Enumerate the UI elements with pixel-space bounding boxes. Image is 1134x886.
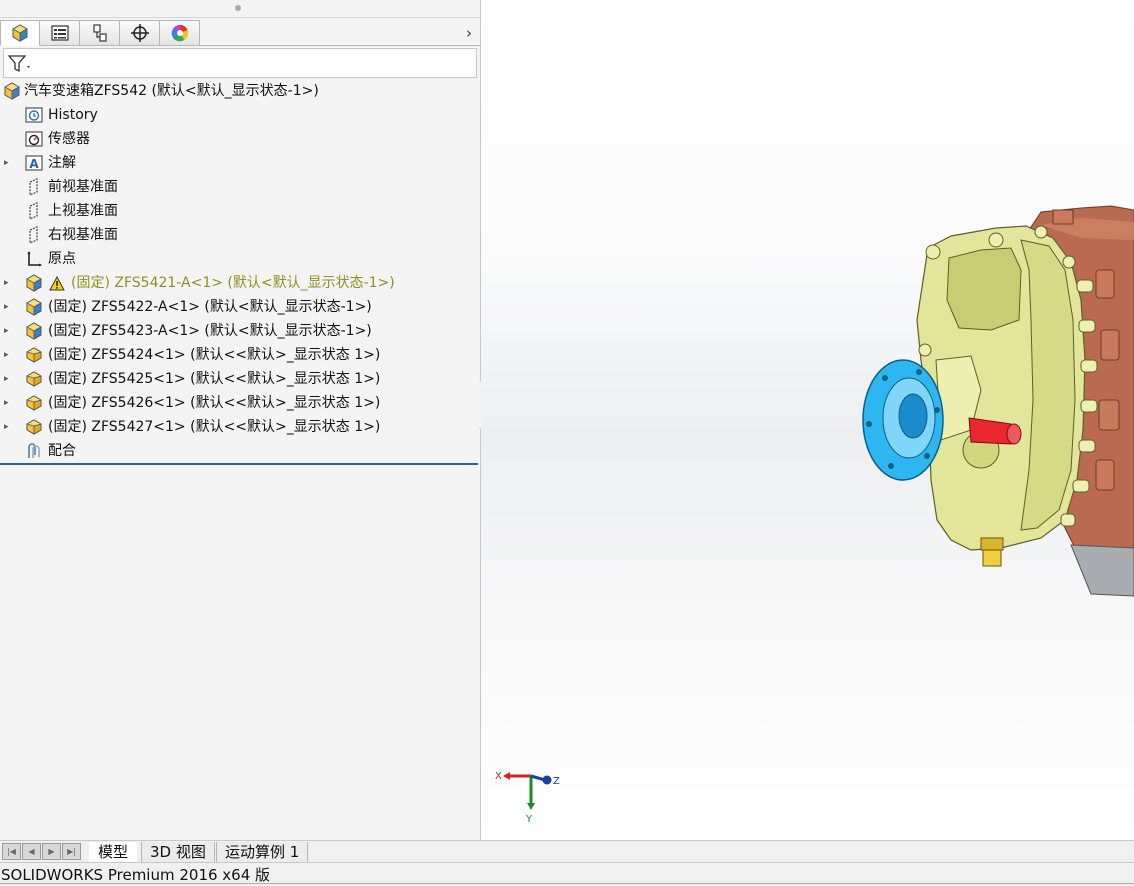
tree-item-front-plane[interactable]: 前视基准面 bbox=[0, 175, 481, 199]
tree-item-component[interactable]: ▸ (固定) ZFS5421-A<1> (默认<默认_显示状态-1>) bbox=[0, 271, 481, 295]
expand-arrow-icon[interactable]: ▸ bbox=[4, 302, 14, 312]
tree-item-label: (固定) ZFS5423-A<1> (默认<默认_显示状态-1>) bbox=[48, 323, 372, 339]
tree-item-top-plane[interactable]: 上视基准面 bbox=[0, 199, 481, 223]
tree-item-component[interactable]: ▸ (固定) ZFS5425<1> (默认<<默认>_显示状态 1>) bbox=[0, 367, 481, 391]
prev-tab-button[interactable]: ◀ bbox=[22, 843, 41, 860]
tree-item-label: 原点 bbox=[48, 251, 76, 267]
tree-item-history[interactable]: History bbox=[0, 103, 481, 127]
part-icon bbox=[25, 346, 43, 364]
sensor-icon bbox=[25, 130, 43, 148]
expand-arrow-icon[interactable]: ▸ bbox=[4, 374, 14, 384]
model-view[interactable] bbox=[481, 0, 1134, 840]
manager-tabs bbox=[0, 20, 200, 46]
subassembly-icon bbox=[25, 298, 43, 316]
tree-item-component[interactable]: ▸ (固定) ZFS5423-A<1> (默认<默认_显示状态-1>) bbox=[0, 319, 481, 343]
assembly-icon bbox=[3, 82, 21, 100]
part-icon bbox=[25, 370, 43, 388]
tree-root-label: 汽车变速箱ZFS542 (默认<默认_显示状态-1>) bbox=[24, 83, 319, 99]
mates-icon bbox=[25, 442, 43, 460]
display-manager-tab-icon bbox=[171, 24, 188, 42]
feature-manager-panel: › 汽车变速箱ZFS542 (默认<默认_显示状态-1>) History 传感… bbox=[0, 0, 481, 840]
tabs-more-button[interactable]: › bbox=[462, 24, 476, 42]
triad-z-label: Z bbox=[553, 776, 560, 787]
tab-configuration-manager[interactable] bbox=[80, 20, 120, 46]
expand-arrow-icon[interactable]: ▸ bbox=[4, 422, 14, 432]
dimxpert-manager-tab-icon bbox=[130, 24, 149, 42]
tree-item-label: (固定) ZFS5421-A<1> (默认<默认_显示状态-1>) bbox=[71, 275, 395, 291]
tab-model[interactable]: 模型 bbox=[89, 842, 138, 863]
property-manager-tab-icon bbox=[50, 25, 69, 41]
tree-item-label: (固定) ZFS5427<1> (默认<<默认>_显示状态 1>) bbox=[48, 419, 381, 435]
filter-icon[interactable] bbox=[7, 54, 33, 74]
plane-icon bbox=[25, 202, 43, 220]
drain-plug[interactable] bbox=[980, 537, 1004, 567]
tab-dimxpert-manager[interactable] bbox=[120, 20, 160, 46]
feature-manager-tab-icon bbox=[12, 24, 28, 42]
divider bbox=[0, 17, 481, 18]
annotation-icon: A bbox=[25, 154, 43, 172]
expand-arrow-icon[interactable]: ▸ bbox=[4, 326, 14, 336]
tree-item-label: 右视基准面 bbox=[48, 227, 118, 243]
tab-property-manager[interactable] bbox=[40, 20, 80, 46]
tree-item-component[interactable]: ▸ (固定) ZFS5424<1> (默认<<默认>_显示状态 1>) bbox=[0, 343, 481, 367]
last-tab-button[interactable]: ▶| bbox=[62, 843, 81, 860]
tree-item-label: (固定) ZFS5422-A<1> (默认<默认_显示状态-1>) bbox=[48, 299, 372, 315]
subassembly-icon bbox=[25, 274, 43, 292]
triad-x-label: X bbox=[495, 771, 502, 782]
tree-item-mates[interactable]: 配合 bbox=[0, 439, 481, 463]
expand-arrow-icon[interactable]: ▸ bbox=[4, 398, 14, 408]
tree-item-label: 传感器 bbox=[48, 131, 90, 147]
tab-motion-study[interactable]: 运动算例 1 bbox=[216, 842, 309, 863]
tree-item-label: 上视基准面 bbox=[48, 203, 118, 219]
tree-item-annotations[interactable]: ▸ A 注解 bbox=[0, 151, 481, 175]
tree-item-label: (固定) ZFS5424<1> (默认<<默认>_显示状态 1>) bbox=[48, 347, 381, 363]
tree-item-component[interactable]: ▸ (固定) ZFS5426<1> (默认<<默认>_显示状态 1>) bbox=[0, 391, 481, 415]
graphics-area[interactable]: X Y Z bbox=[481, 0, 1134, 840]
part-icon bbox=[25, 418, 43, 436]
tab-feature-manager[interactable] bbox=[0, 20, 40, 46]
first-tab-button[interactable]: |◀ bbox=[2, 843, 21, 860]
tree-filter-bar[interactable] bbox=[3, 48, 477, 78]
tree-item-label: (固定) ZFS5426<1> (默认<<默认>_显示状态 1>) bbox=[48, 395, 381, 411]
gearbox-housing[interactable] bbox=[916, 225, 1098, 551]
expand-arrow-icon[interactable]: ▸ bbox=[4, 158, 14, 168]
status-text: SOLIDWORKS Premium 2016 x64 版 bbox=[1, 866, 271, 884]
part-icon bbox=[25, 394, 43, 412]
tab-3d-view[interactable]: 3D 视图 bbox=[141, 842, 215, 863]
history-icon bbox=[25, 106, 43, 124]
tree-item-label: 注解 bbox=[48, 155, 76, 171]
tree-item-right-plane[interactable]: 右视基准面 bbox=[0, 223, 481, 247]
input-flange[interactable] bbox=[862, 359, 944, 481]
tree-item-label: 配合 bbox=[48, 443, 76, 459]
tree-item-component[interactable]: ▸ (固定) ZFS5427<1> (默认<<默认>_显示状态 1>) bbox=[0, 415, 481, 439]
rollback-bar[interactable] bbox=[0, 463, 478, 465]
document-tabs-bar: |◀ ◀ ▶ ▶| 模型 3D 视图 运动算例 1 bbox=[0, 840, 1134, 863]
origin-icon bbox=[25, 250, 43, 268]
triad-y-label: Y bbox=[525, 814, 533, 825]
plane-icon bbox=[25, 226, 43, 244]
warning-icon bbox=[48, 274, 66, 292]
expand-arrow-icon[interactable]: ▸ bbox=[4, 350, 14, 360]
tree-root[interactable]: 汽车变速箱ZFS542 (默认<默认_显示状态-1>) bbox=[0, 79, 481, 103]
next-tab-button[interactable]: ▶ bbox=[42, 843, 61, 860]
plane-icon bbox=[25, 178, 43, 196]
expand-arrow-icon[interactable]: ▸ bbox=[4, 278, 14, 288]
svg-text:A: A bbox=[29, 157, 39, 171]
tab-display-manager[interactable] bbox=[160, 20, 200, 46]
tree-item-origin[interactable]: 原点 bbox=[0, 247, 481, 271]
tree-item-label: History bbox=[48, 107, 98, 123]
tree-item-label: 前视基准面 bbox=[48, 179, 118, 195]
divider bbox=[200, 45, 481, 46]
tree-item-sensors[interactable]: 传感器 bbox=[0, 127, 481, 151]
panel-grip[interactable] bbox=[235, 5, 241, 11]
tab-scroll-arrows: |◀ ◀ ▶ ▶| bbox=[2, 843, 82, 860]
subassembly-icon bbox=[25, 322, 43, 340]
view-triad: X Y Z bbox=[495, 771, 560, 825]
status-bar: SOLIDWORKS Premium 2016 x64 版 bbox=[0, 862, 1134, 886]
tree-item-component[interactable]: ▸ (固定) ZFS5422-A<1> (默认<默认_显示状态-1>) bbox=[0, 295, 481, 319]
tree-item-label: (固定) ZFS5425<1> (默认<<默认>_显示状态 1>) bbox=[48, 371, 381, 387]
configuration-manager-tab-icon bbox=[92, 24, 107, 42]
